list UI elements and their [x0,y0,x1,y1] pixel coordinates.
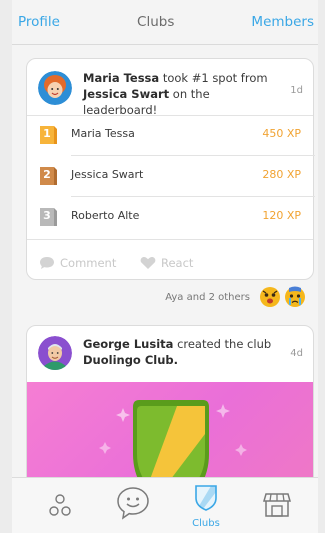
post-target-name[interactable]: Jessica Swart [83,87,169,101]
leaderboard-post-text: Maria Tessa took #1 spot from Jessica Sw… [83,70,283,118]
crying-face-emoji-icon [285,286,305,307]
nav-shop[interactable] [248,478,308,533]
profile-link[interactable]: Profile [18,14,60,30]
nav-chat[interactable] [104,478,164,533]
rank-number: 1 [43,127,51,140]
leaderboard-row[interactable]: 2 Jessica Swart 280 XP [27,156,313,196]
post-actor-name[interactable]: Maria Tessa [83,71,159,85]
post-action-text: took #1 spot from [162,71,268,85]
scared-face-emoji-icon [260,287,280,307]
react-label: React [161,256,194,270]
club-post-text: George Lusita created the club Duolingo … [83,336,283,368]
top-navigation-bar: Profile Clubs Members [12,0,318,44]
nav-clubs-label: Clubs [192,518,220,529]
leaderboard-xp: 450 XP [262,127,301,140]
members-link[interactable]: Members [251,14,314,30]
leaderboard-xp: 280 XP [262,168,301,181]
post-timestamp: 1d [290,85,303,96]
nav-learn[interactable] [30,478,90,533]
comment-button[interactable]: Comment [39,256,129,272]
post-timestamp: 4d [290,348,303,359]
leaderboard-row[interactable]: 3 Roberto Alte 120 XP [27,197,313,237]
circles-icon [49,494,71,516]
leaderboard-row[interactable]: 1 Maria Tessa 450 XP [27,115,313,155]
comment-icon [40,257,54,269]
reactors-text: Aya and 2 others [165,291,250,303]
post-actions: Comment React [27,246,313,280]
bottom-navigation: Clubs [12,477,318,533]
leaderboard-post-card: Maria Tessa took #1 spot from Jessica Sw… [26,58,315,280]
leaderboard-name: Jessica Swart [71,168,144,181]
post-action-text: created the club [177,337,272,351]
divider [27,239,313,240]
shield-icon [195,485,217,511]
page-title: Clubs [137,14,175,30]
shop-icon [263,493,291,517]
leaderboard-xp: 120 XP [262,209,301,222]
avatar-george-lusita[interactable] [38,336,72,370]
heart-icon [140,257,156,269]
rank-number: 3 [43,209,51,222]
react-button[interactable]: React [140,256,220,272]
smiley-chat-icon [117,487,149,520]
comment-label: Comment [60,256,117,270]
clubs-screen: Profile Clubs Members Maria Tessa took #… [12,0,318,533]
rank-number: 2 [43,168,51,181]
leaderboard-name: Maria Tessa [71,127,135,140]
post-actor-name[interactable]: George Lusita [83,337,173,351]
club-name[interactable]: Duolingo Club. [83,353,178,367]
avatar-maria-tessa[interactable] [38,71,72,105]
topbar-divider [12,44,318,45]
nav-clubs[interactable]: Clubs [176,478,236,533]
leaderboard-name: Roberto Alte [71,209,140,222]
reactions-summary[interactable]: Aya and 2 others [165,285,306,309]
